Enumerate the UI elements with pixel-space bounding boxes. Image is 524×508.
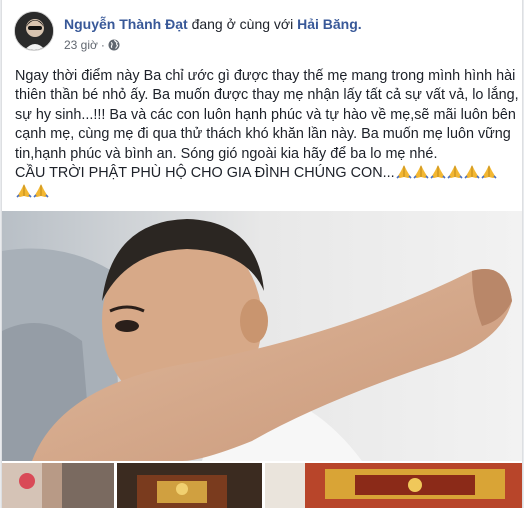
folded-hands-icon: [481, 164, 497, 179]
thumbnail-photo[interactable]: [265, 463, 522, 508]
with-text: đang ở cùng với: [191, 16, 294, 32]
post-message: Ngay thời điểm này Ba chỉ ước gì được th…: [15, 67, 519, 203]
tagged-person-link[interactable]: Hải Băng.: [297, 16, 362, 32]
globe-icon[interactable]: [108, 39, 120, 51]
folded-hands-icon: [430, 164, 446, 179]
folded-hands-icon: [16, 183, 32, 199]
author-line: Nguyễn Thành Đạt đang ở cùng với Hải Băn…: [64, 16, 362, 32]
folded-hands-icon: [33, 183, 49, 199]
message-line-text: CẦU TRỜI PHẬT PHÙ HỘ CHO GIA ĐÌNH CHÚNG …: [15, 165, 395, 182]
thumbnail-photo[interactable]: [117, 463, 262, 508]
message-line: tin,hạnh phúc và bình an. Sóng gió ngoài…: [15, 145, 438, 162]
author-avatar[interactable]: [14, 11, 54, 51]
message-line: CẦU TRỜI PHẬT PHÙ HỘ CHO GIA ĐÌNH CHÚNG …: [15, 164, 515, 183]
message-line: Ngay thời điểm này Ba chỉ ước gì được th…: [15, 68, 516, 84]
post-card: Nguyễn Thành Đạt đang ở cùng với Hải Băn…: [1, 0, 523, 508]
folded-hands-icon: [464, 164, 480, 179]
folded-hands-icon: [396, 164, 412, 179]
post-header: Nguyễn Thành Đạt đang ở cùng với Hải Băn…: [14, 11, 514, 55]
author-name-link[interactable]: Nguyễn Thành Đạt: [64, 16, 188, 32]
message-line: thiên thần bé nhỏ ấy. Ba muốn được thay …: [15, 87, 519, 104]
photo-thumbnails: [2, 463, 522, 508]
folded-hands-icon: [413, 164, 429, 179]
post-main-photo[interactable]: [2, 211, 522, 461]
emoji-group: [396, 164, 497, 179]
message-line: cạnh mẹ, cùng mẹ đi qua thử thách khó kh…: [15, 126, 511, 143]
message-line: sự hy sinh...!!! Ba và các con luôn hạnh…: [15, 106, 516, 123]
post-meta: 23 giờ ·: [64, 38, 120, 52]
thumbnail-photo[interactable]: [2, 463, 114, 508]
message-line: [15, 183, 515, 202]
folded-hands-icon: [447, 164, 463, 179]
post-timestamp[interactable]: 23 giờ: [64, 38, 98, 52]
emoji-group: [16, 183, 49, 199]
